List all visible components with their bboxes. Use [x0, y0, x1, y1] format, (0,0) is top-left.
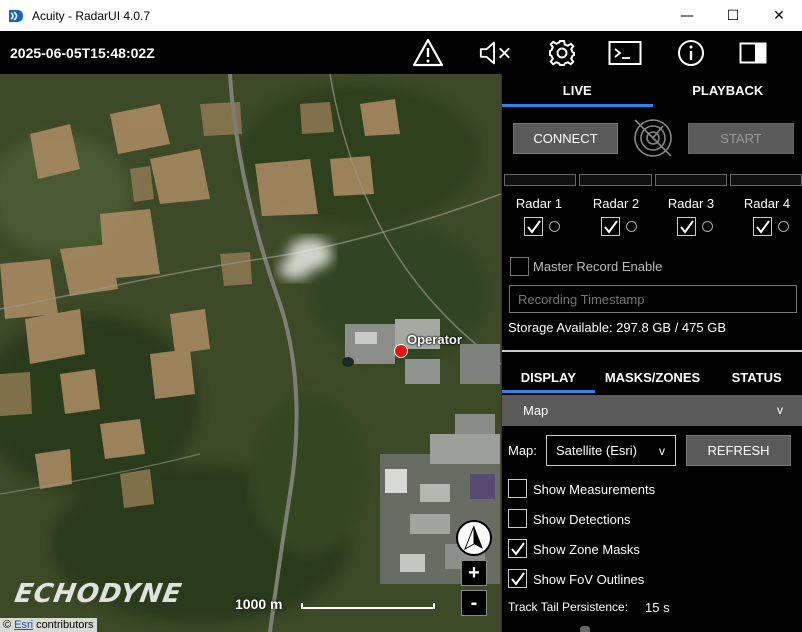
window-title: Acuity - RadarUI 4.0.7 [32, 8, 151, 23]
operator-marker[interactable] [394, 344, 408, 358]
show-detections-label: Show Detections [533, 512, 631, 527]
panel-toggle-icon[interactable] [736, 37, 770, 69]
checkmark-icon [510, 541, 525, 556]
show-detections-checkbox[interactable] [508, 509, 527, 528]
scale-label: 1000 m [235, 596, 283, 612]
satellite-map[interactable]: Operator + - ECHODYNE 1000 m © Esri cont… [0, 74, 501, 632]
radar-4-checkbox[interactable] [753, 217, 772, 236]
title-bar: Acuity - RadarUI 4.0.7 — ☐ ✕ [0, 0, 802, 31]
radar-2-status-led [626, 221, 637, 232]
recording-timestamp-input[interactable] [509, 285, 797, 313]
esri-link[interactable]: Esri [14, 619, 33, 631]
close-button[interactable]: ✕ [756, 0, 802, 31]
radar-3-status-led [702, 221, 713, 232]
radar-3-checkbox[interactable] [677, 217, 696, 236]
scale-bar [301, 603, 435, 609]
app-logo-icon [8, 9, 24, 23]
master-record-label: Master Record Enable [533, 259, 663, 274]
speaker-muted-icon[interactable] [478, 37, 512, 69]
track-tail-value: 15 s [645, 600, 670, 615]
radar-4-status-led [778, 221, 789, 232]
show-fov-outlines-label: Show FoV Outlines [533, 572, 645, 587]
radar-1-label: Radar 1 [515, 196, 563, 211]
radar-3-label: Radar 3 [667, 196, 715, 211]
radar-2-checkbox[interactable] [601, 217, 620, 236]
connect-button[interactable]: CONNECT [513, 123, 618, 154]
checkmark-icon [679, 219, 694, 234]
radar-4-label: Radar 4 [743, 196, 791, 211]
section-divider [502, 350, 802, 352]
track-tail-label: Track Tail Persistence: [508, 600, 629, 614]
zoom-in-button[interactable]: + [461, 560, 487, 586]
radar-status-cell [729, 174, 802, 186]
chevron-down-icon: v [659, 444, 665, 458]
radar-status-bar [504, 174, 802, 186]
radar-status-cell [579, 174, 652, 186]
maximize-button[interactable]: ☐ [710, 0, 756, 31]
tab-live[interactable]: LIVE [502, 74, 653, 107]
storage-available-text: Storage Available: 297.8 GB / 475 GB [508, 320, 727, 335]
tab-display[interactable]: DISPLAY [502, 362, 595, 393]
show-zone-masks-checkbox[interactable] [508, 539, 527, 558]
minimize-button[interactable]: — [664, 0, 710, 31]
refresh-button[interactable]: REFRESH [686, 435, 791, 466]
chevron-down-icon: v [777, 403, 783, 417]
warning-icon[interactable] [411, 37, 445, 69]
map-type-select[interactable]: Satellite (Esri) v [546, 435, 676, 466]
gear-icon[interactable] [545, 37, 579, 69]
map-type-value: Satellite (Esri) [556, 443, 637, 458]
radar-2-label: Radar 2 [592, 196, 640, 211]
map-section-header[interactable]: Map v [502, 395, 802, 426]
show-measurements-checkbox[interactable] [508, 479, 527, 498]
zoom-out-button[interactable]: - [461, 590, 487, 616]
settings-tabs: DISPLAY MASKS/ZONES STATUS [502, 362, 802, 393]
show-measurements-label: Show Measurements [533, 482, 656, 497]
map-attribution: © Esri contributors [0, 618, 97, 632]
show-fov-outlines-checkbox[interactable] [508, 569, 527, 588]
attribution-suffix: contributors [36, 619, 94, 631]
checkmark-icon [755, 219, 770, 234]
master-record-checkbox[interactable] [510, 257, 529, 276]
start-button[interactable]: START [688, 123, 794, 154]
operator-label: Operator [407, 332, 462, 347]
info-icon[interactable] [674, 37, 708, 69]
checkmark-icon [526, 219, 541, 234]
show-zone-masks-label: Show Zone Masks [533, 542, 640, 557]
tab-masks-zones[interactable]: MASKS/ZONES [595, 362, 711, 393]
map-section-title: Map [523, 403, 549, 418]
mode-tabs: LIVE PLAYBACK [502, 74, 802, 107]
tab-status[interactable]: STATUS [710, 362, 802, 393]
slider-handle[interactable] [580, 626, 590, 632]
checkmark-icon [510, 571, 525, 586]
utc-timestamp: 2025-06-05T15:48:02Z [10, 45, 155, 61]
radar-1-checkbox[interactable] [524, 217, 543, 236]
checkmark-icon [603, 219, 618, 234]
map-select-label: Map: [508, 443, 537, 458]
compass-north-icon[interactable] [456, 520, 492, 556]
echodyne-logo: ECHODYNE [12, 579, 185, 609]
radar-1-status-led [549, 221, 560, 232]
copyright-symbol: © [3, 619, 12, 631]
tab-playback[interactable]: PLAYBACK [653, 74, 802, 107]
radar-status-cell [504, 174, 577, 186]
map-imagery [0, 74, 501, 632]
radar-status-cell [654, 174, 727, 186]
radar-disconnected-icon [631, 116, 675, 160]
terminal-icon[interactable] [608, 37, 642, 69]
control-panel: LIVE PLAYBACK CONNECT START Radar 1 Rada… [501, 74, 802, 632]
app-header: 2025-06-05T15:48:02Z [0, 31, 802, 74]
